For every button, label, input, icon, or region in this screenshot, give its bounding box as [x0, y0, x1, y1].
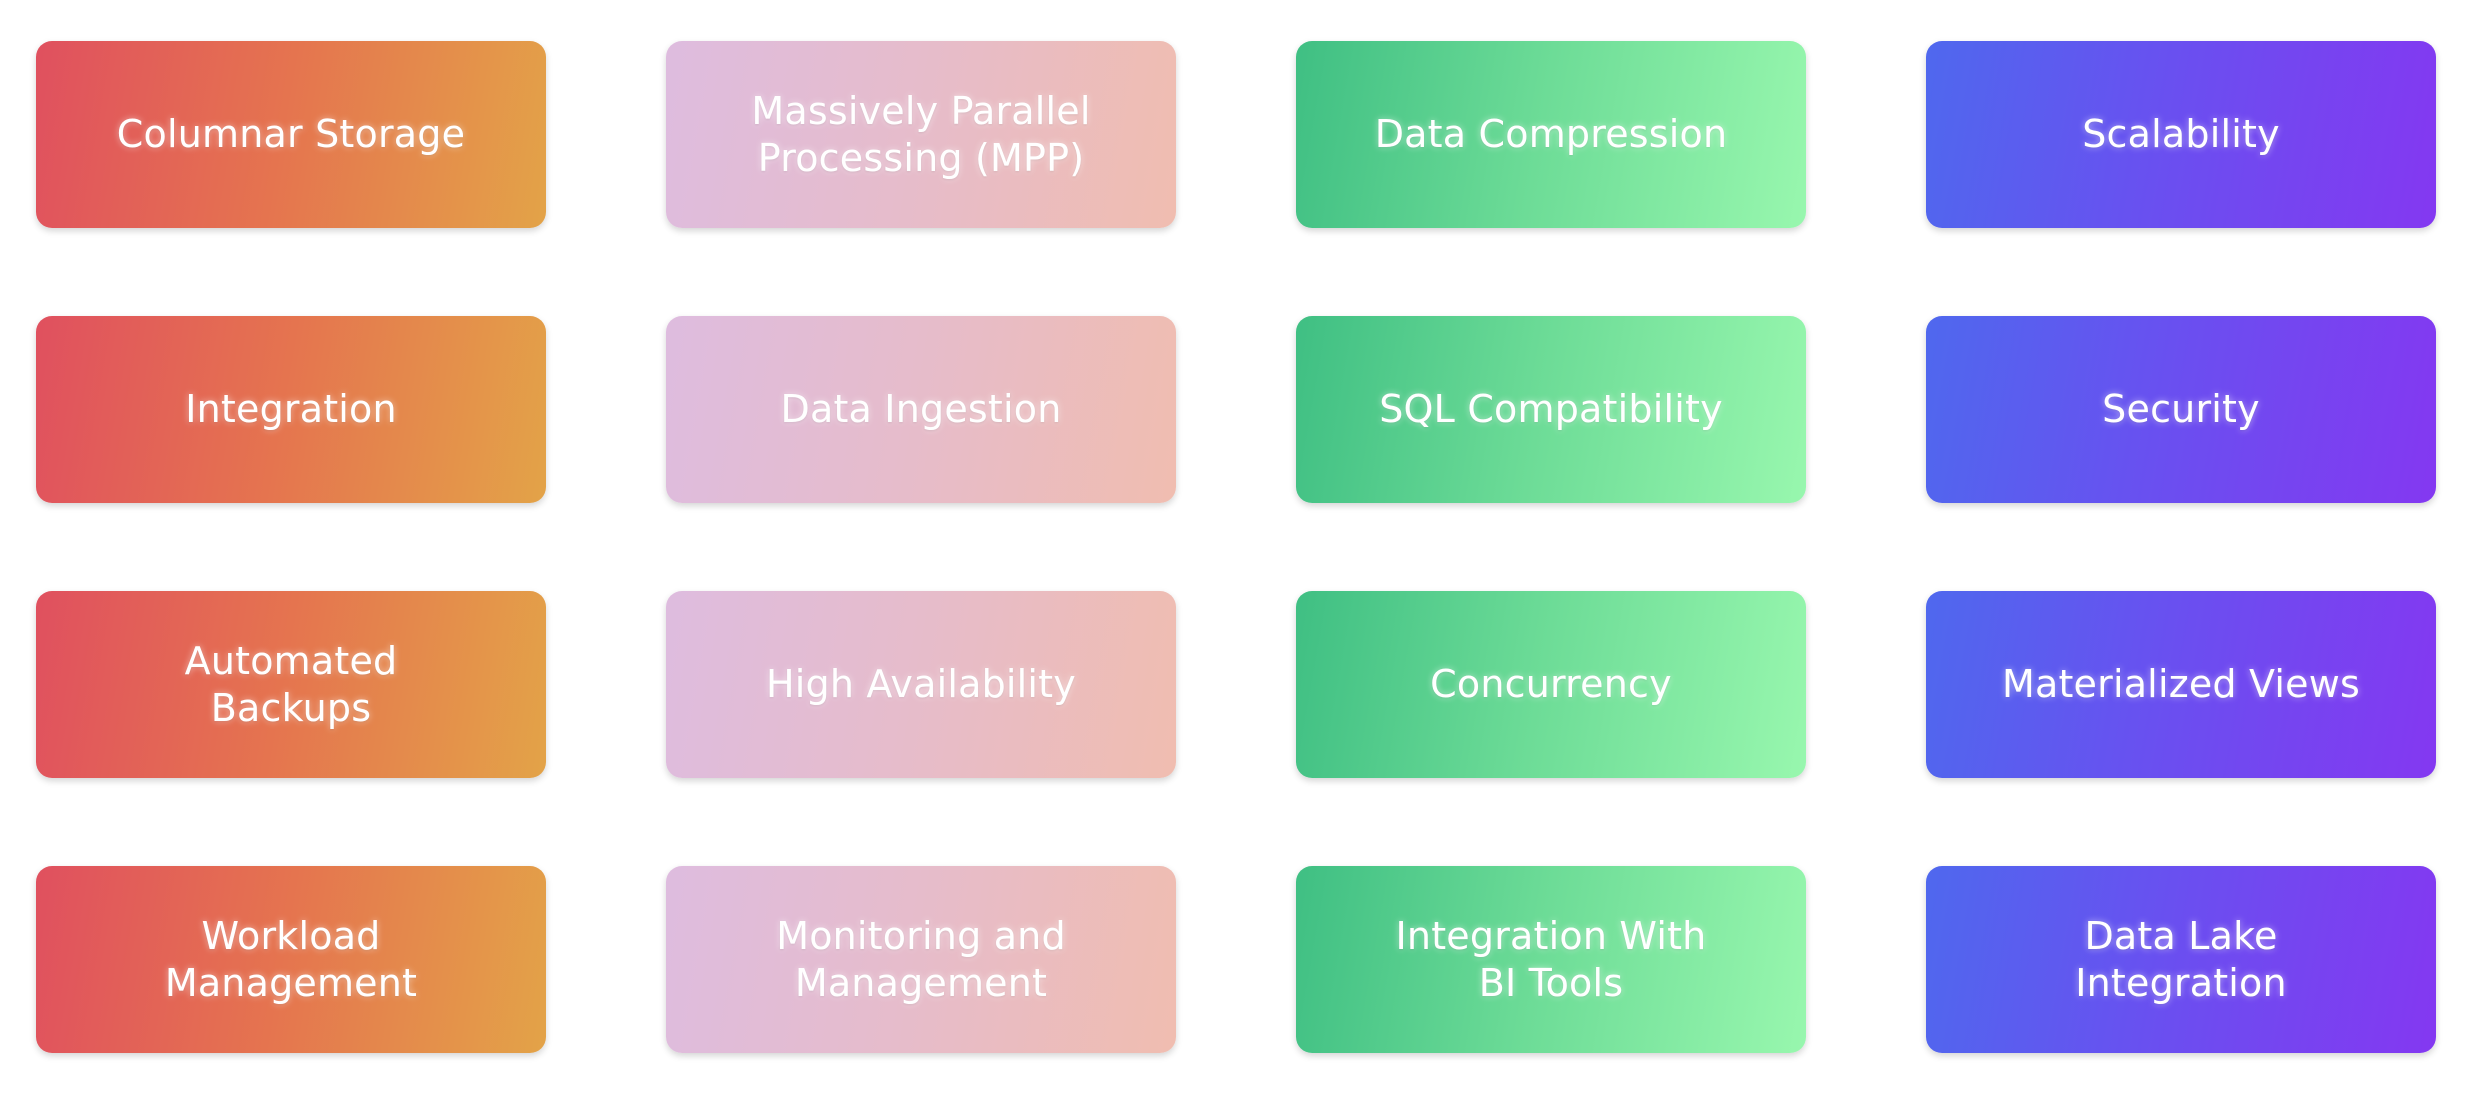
feature-card-integration-with-bi-tools[interactable]: Integration With BI Tools: [1296, 866, 1806, 1053]
feature-card-label: Data Ingestion: [780, 387, 1062, 432]
feature-card-monitoring-and-management[interactable]: Monitoring and Management: [666, 866, 1176, 1053]
feature-card-massively-parallel-processing[interactable]: Massively Parallel Processing (MPP): [666, 41, 1176, 228]
feature-card-workload-management[interactable]: Workload Management: [36, 866, 546, 1053]
feature-card-label: Data Compression: [1374, 112, 1728, 157]
feature-card-label: Monitoring and Management: [776, 914, 1066, 1005]
feature-card-label: Integration With BI Tools: [1395, 914, 1707, 1005]
feature-card-label: Concurrency: [1430, 662, 1672, 707]
feature-card-label: Security: [2102, 387, 2260, 432]
feature-card-sql-compatibility[interactable]: SQL Compatibility: [1296, 316, 1806, 503]
feature-card-automated-backups[interactable]: Automated Backups: [36, 591, 546, 778]
feature-card-grid: Columnar Storage Massively Parallel Proce…: [0, 0, 2474, 1108]
feature-card-data-ingestion[interactable]: Data Ingestion: [666, 316, 1176, 503]
feature-card-label: Automated Backups: [184, 639, 398, 730]
feature-card-columnar-storage[interactable]: Columnar Storage: [36, 41, 546, 228]
feature-card-label: Columnar Storage: [116, 112, 466, 157]
feature-card-label: SQL Compatibility: [1379, 387, 1723, 432]
feature-card-label: Data Lake Integration: [2075, 914, 2287, 1005]
feature-card-data-compression[interactable]: Data Compression: [1296, 41, 1806, 228]
feature-card-data-lake-integration[interactable]: Data Lake Integration: [1926, 866, 2436, 1053]
feature-card-label: High Availability: [766, 662, 1076, 707]
feature-card-label: Massively Parallel Processing (MPP): [751, 89, 1091, 180]
feature-card-integration[interactable]: Integration: [36, 316, 546, 503]
feature-card-materialized-views[interactable]: Materialized Views: [1926, 591, 2436, 778]
feature-card-scalability[interactable]: Scalability: [1926, 41, 2436, 228]
feature-card-label: Materialized Views: [2001, 662, 2361, 707]
feature-card-concurrency[interactable]: Concurrency: [1296, 591, 1806, 778]
feature-card-high-availability[interactable]: High Availability: [666, 591, 1176, 778]
feature-card-label: Integration: [185, 387, 397, 432]
feature-card-security[interactable]: Security: [1926, 316, 2436, 503]
feature-card-label: Workload Management: [164, 914, 418, 1005]
feature-card-label: Scalability: [2082, 112, 2280, 157]
